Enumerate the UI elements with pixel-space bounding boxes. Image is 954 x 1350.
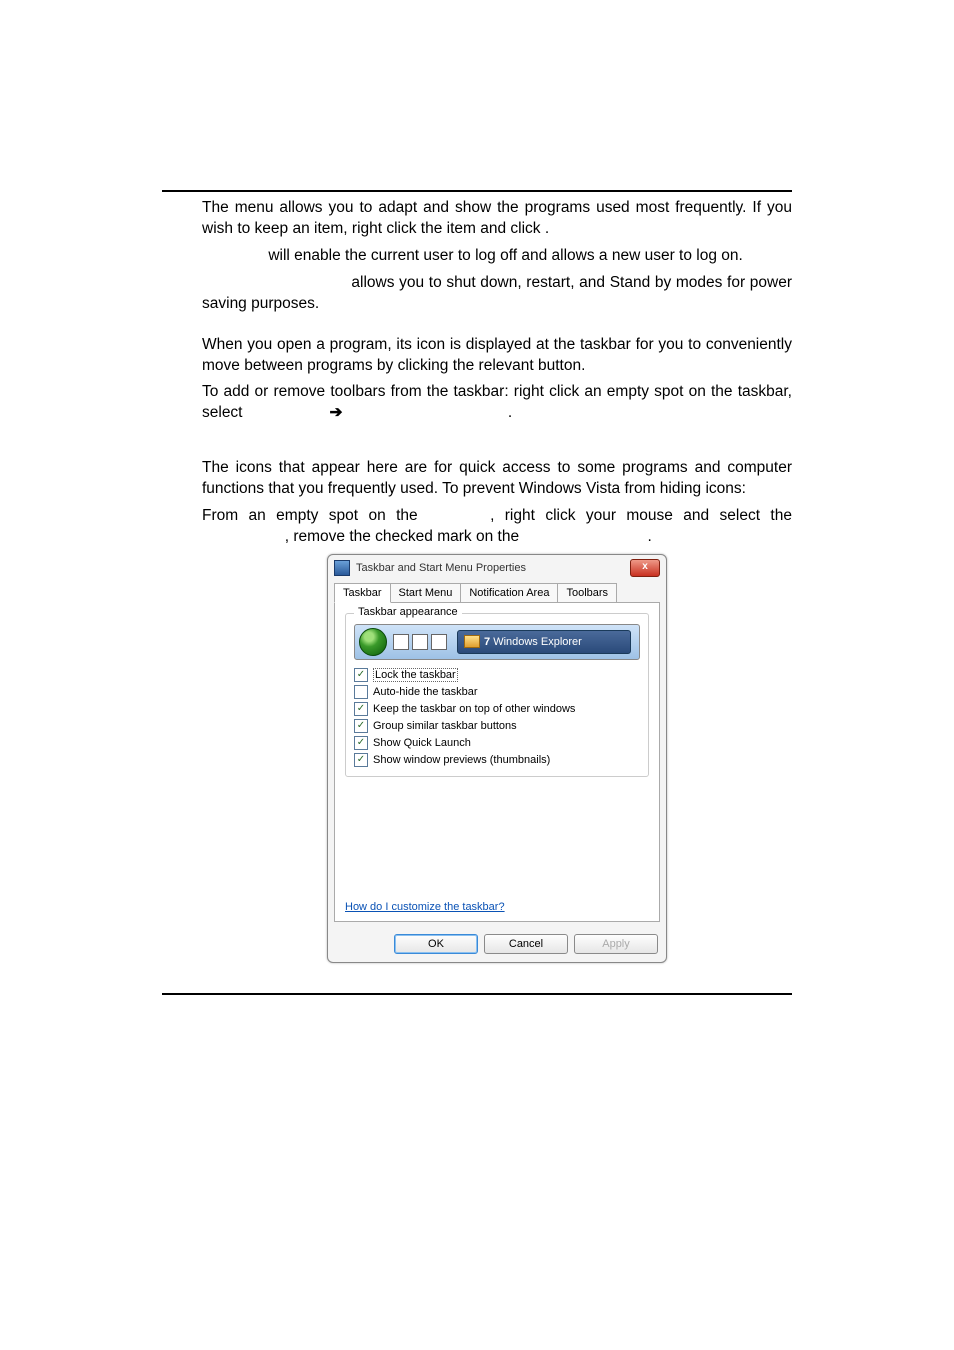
paragraph-shutdown: XXXXXXXXXXXXXX allows you to shut down, … [202, 273, 792, 315]
text: , right click your mouse and select the [490, 507, 792, 524]
cancel-button[interactable]: Cancel [484, 934, 568, 954]
paragraph-notification-steps: From an empty spot on the XXXXXX, right … [202, 506, 792, 548]
tray-icon [393, 634, 409, 650]
paragraph-notification-intro: The icons that appear here are for quick… [202, 458, 792, 500]
tab-toolbars[interactable]: Toolbars [557, 583, 617, 602]
check-group-similar[interactable]: ✓ Group similar taskbar buttons [354, 719, 640, 733]
check-on-top[interactable]: ✓ Keep the taskbar on top of other windo… [354, 702, 640, 716]
text: will enable the current user to log off … [264, 247, 743, 264]
start-orb-icon [359, 628, 387, 656]
checkbox-icon[interactable]: ✓ [354, 753, 368, 767]
text: . [647, 528, 651, 545]
group-label: Taskbar appearance [354, 606, 462, 618]
checkbox-icon[interactable]: ✓ [354, 702, 368, 716]
checkbox-icon[interactable] [354, 685, 368, 699]
paragraph-toolbars: To add or remove toolbars from the taskb… [202, 382, 792, 424]
folder-icon [464, 635, 480, 648]
check-label: Keep the taskbar on top of other windows [373, 703, 575, 715]
taskbar-properties-dialog: Taskbar and Start Menu Properties x Task… [327, 554, 667, 963]
check-label: Auto-hide the taskbar [373, 686, 478, 698]
tray-icon [431, 634, 447, 650]
taskbar-button-preview: 7 Windows Explorer [457, 630, 631, 654]
check-auto-hide[interactable]: Auto-hide the taskbar [354, 685, 640, 699]
tab-body: Taskbar appearance 7 Windows Explorer [334, 602, 660, 922]
window-icon [334, 560, 350, 576]
text: menu allows you to adapt and show the pr… [202, 199, 792, 237]
help-link[interactable]: How do I customize the taskbar? [345, 901, 505, 913]
taskbar-preview: 7 Windows Explorer [354, 624, 640, 660]
dialog-tabs: Taskbar Start Menu Notification Area Too… [334, 583, 660, 602]
text: The [202, 199, 235, 216]
ok-button[interactable]: OK [394, 934, 478, 954]
arrow-icon: ➔ [330, 404, 343, 421]
text: . [508, 404, 512, 421]
check-label: Show window previews (thumbnails) [373, 754, 550, 766]
check-label: Lock the taskbar [373, 668, 458, 682]
text: , remove the checked mark on the [285, 528, 524, 545]
check-label: Show Quick Launch [373, 737, 471, 749]
dialog-title: Taskbar and Start Menu Properties [356, 562, 630, 574]
tray-icon [412, 634, 428, 650]
quick-launch-icons [393, 634, 447, 650]
apply-button[interactable]: Apply [574, 934, 658, 954]
rule-top [162, 190, 792, 192]
text: From an empty spot on the [202, 507, 428, 524]
taskbar-appearance-group: Taskbar appearance 7 Windows Explorer [345, 613, 649, 777]
checkbox-icon[interactable]: ✓ [354, 668, 368, 682]
paragraph-taskbar-intro: When you open a program, its icon is dis… [202, 335, 792, 377]
tab-start-menu[interactable]: Start Menu [390, 583, 462, 602]
checkbox-icon[interactable]: ✓ [354, 736, 368, 750]
rule-bottom [162, 993, 792, 995]
check-thumbnails[interactable]: ✓ Show window previews (thumbnails) [354, 753, 640, 767]
check-label: Group similar taskbar buttons [373, 720, 517, 732]
tab-notification-area[interactable]: Notification Area [460, 583, 558, 602]
dialog-titlebar: Taskbar and Start Menu Properties x [328, 555, 666, 577]
close-button[interactable]: x [630, 559, 660, 577]
body-text: The menu allows you to adapt and show th… [162, 198, 792, 963]
check-quick-launch[interactable]: ✓ Show Quick Launch [354, 736, 640, 750]
check-lock-taskbar[interactable]: ✓ Lock the taskbar [354, 668, 640, 682]
paragraph-start-menu: The menu allows you to adapt and show th… [202, 198, 792, 240]
text: allows you to shut down, restart, and St… [202, 274, 792, 312]
text: . [545, 220, 549, 237]
text: To add or remove toolbars from the taskb… [202, 383, 792, 421]
dialog-buttons: OK Cancel Apply [328, 928, 666, 962]
checkbox-icon[interactable]: ✓ [354, 719, 368, 733]
paragraph-logoff: XXXXXX will enable the current user to l… [202, 246, 792, 267]
tab-taskbar[interactable]: Taskbar [334, 583, 391, 603]
